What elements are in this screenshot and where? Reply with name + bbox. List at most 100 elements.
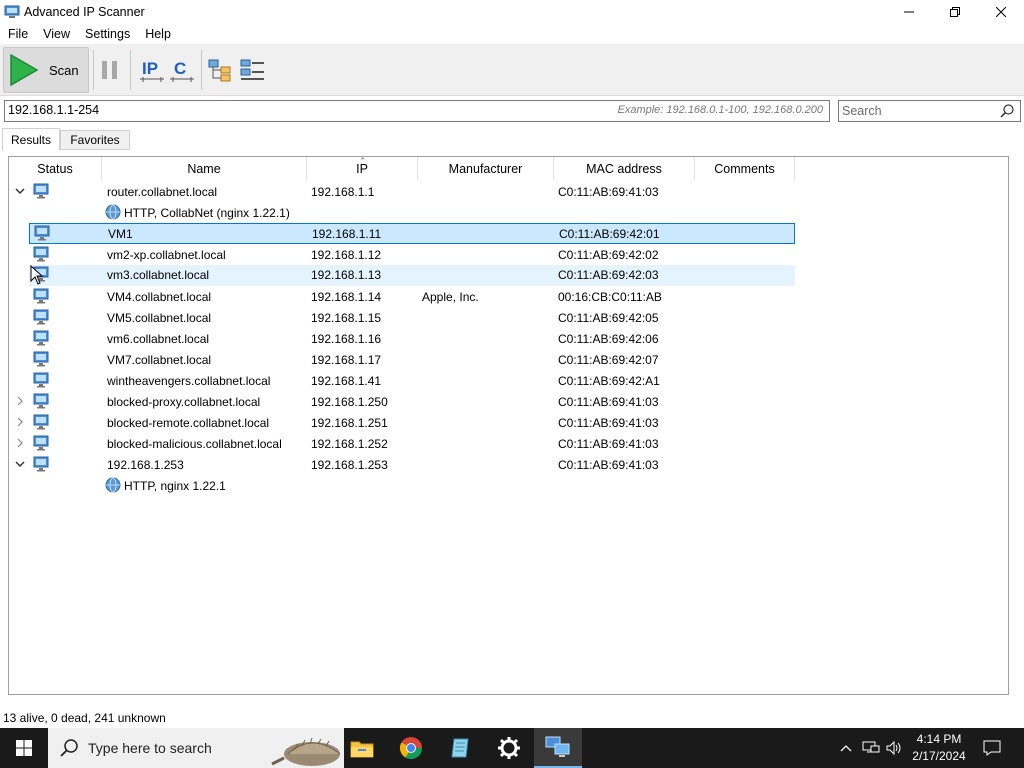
host-name: VM4.collabnet.local <box>107 290 212 304</box>
taskbar-search[interactable]: Type here to search <box>48 728 344 768</box>
host-name: VM7.collabnet.local <box>107 353 212 367</box>
table-row[interactable]: VM7.collabnet.local 192.168.1.17 C0:11:AB:… <box>9 349 795 370</box>
ip-scanner-icon <box>545 736 570 757</box>
close-icon <box>996 7 1006 17</box>
play-icon <box>10 53 39 87</box>
host-mac: C0:11:AB:69:41:03 <box>558 395 659 409</box>
host-ip: 192.168.1.250 <box>311 395 388 409</box>
table-row[interactable]: 192.168.1.253 192.168.1.253 C0:11:AB:69:41… <box>9 454 795 475</box>
start-button[interactable] <box>0 728 48 768</box>
chevron-right-icon[interactable] <box>15 395 25 407</box>
table-row[interactable]: vm2-xp.collabnet.local 192.168.1.12 C0:11:… <box>9 244 795 265</box>
host-name: VM5.collabnet.local <box>107 311 212 325</box>
network-button[interactable] <box>860 728 882 768</box>
host-alive-icon <box>33 372 49 388</box>
chevron-right-icon[interactable] <box>15 416 25 428</box>
table-row[interactable]: blocked-malicious.collabnet.local 192.168… <box>9 433 795 454</box>
column-status[interactable]: Status <box>9 157 102 181</box>
menu-settings[interactable]: Settings <box>77 24 137 44</box>
minimize-icon <box>904 11 914 13</box>
host-ip: 192.168.1.13 <box>311 268 382 282</box>
column-manufacturer[interactable]: Manufacturer <box>418 157 554 181</box>
menu-view[interactable]: View <box>35 24 77 44</box>
service-row[interactable]: HTTP, nginx 1.22.1 <box>9 475 795 496</box>
column-comments[interactable]: Comments <box>695 157 795 181</box>
search-input[interactable]: Search <box>838 100 1021 122</box>
scan-button[interactable]: Scan <box>3 47 89 93</box>
toolbar: Scan IP C <box>0 44 1024 96</box>
chevron-down-icon[interactable] <box>15 458 25 470</box>
scanner-app-icon <box>4 5 20 18</box>
globe-icon <box>105 477 121 493</box>
ip-range-input[interactable]: 192.168.1.1-254 Example: 192.168.0.1-100… <box>4 100 830 122</box>
table-row[interactable]: blocked-remote.collabnet.local 192.168.1.… <box>9 412 795 433</box>
toolbar-separator <box>201 50 202 90</box>
close-button[interactable] <box>978 0 1024 24</box>
toolbar-separator <box>130 50 131 90</box>
table-row[interactable]: VM1 192.168.1.11 C0:11:AB:69:42:01 <box>29 223 795 244</box>
notepad-icon <box>451 738 469 758</box>
menu-help[interactable]: Help <box>137 24 178 44</box>
settings-button[interactable] <box>485 728 533 768</box>
host-alive-icon <box>33 414 49 430</box>
service-row[interactable]: HTTP, CollabNet (nginx 1.22.1) <box>9 202 795 223</box>
clock-time: 4:14 PM <box>916 732 962 746</box>
table-row[interactable]: vm6.collabnet.local 192.168.1.16 C0:11:AB:… <box>9 328 795 349</box>
chevron-right-icon[interactable] <box>15 437 25 449</box>
tab-favorites[interactable]: Favorites <box>60 130 130 150</box>
volume-button[interactable] <box>884 728 906 768</box>
table-row[interactable]: wintheavengers.collabnet.local 192.168.1.… <box>9 370 795 391</box>
tab-results[interactable]: Results <box>2 128 60 151</box>
host-alive-icon <box>33 393 49 409</box>
chrome-button[interactable] <box>387 728 435 768</box>
table-row[interactable]: blocked-proxy.collabnet.local 192.168.1.2… <box>9 391 795 412</box>
ip-range-value: 192.168.1.1-254 <box>8 103 100 117</box>
restore-button[interactable] <box>932 0 978 24</box>
notepad-button[interactable] <box>436 728 484 768</box>
host-mac: C0:11:AB:69:41:03 <box>558 416 659 430</box>
column-name[interactable]: Name <box>102 157 307 181</box>
tab-bar: Results Favorites <box>0 128 1024 151</box>
host-mac: C0:11:AB:69:42:07 <box>558 353 659 367</box>
ip-scanner-taskbar-button[interactable] <box>534 728 582 768</box>
window-title: Advanced IP Scanner <box>24 5 145 19</box>
column-mac[interactable]: MAC address <box>554 157 695 181</box>
file-explorer-button[interactable] <box>338 728 386 768</box>
table-row[interactable]: VM5.collabnet.local 192.168.1.15 C0:11:AB:… <box>9 307 795 328</box>
results-list[interactable]: Status Name IP Manufacturer MAC address … <box>8 156 1009 695</box>
menu-file[interactable]: File <box>0 24 35 44</box>
host-alive-icon <box>33 330 49 346</box>
c-class-button[interactable]: C <box>169 57 195 83</box>
table-row[interactable]: router.collabnet.local 192.168.1.1 C0:11:A… <box>9 181 795 202</box>
host-alive-icon <box>33 288 49 304</box>
chevron-down-icon[interactable] <box>15 185 25 197</box>
expand-all-icon <box>208 59 231 82</box>
tray-overflow-button[interactable] <box>836 728 856 768</box>
host-name: VM1 <box>108 227 133 241</box>
taskbar-search-placeholder: Type here to search <box>88 740 212 756</box>
taskbar: Type here to search 4:14 PM 2/17/2024 <box>0 728 1024 768</box>
pause-button[interactable] <box>97 57 123 83</box>
svg-text:IP: IP <box>142 59 158 78</box>
host-ip: 192.168.1.12 <box>311 248 382 262</box>
host-ip: 192.168.1.41 <box>311 374 382 388</box>
host-name: 192.168.1.253 <box>107 458 184 472</box>
host-alive-icon <box>33 456 49 472</box>
host-name: vm3.collabnet.local <box>107 268 210 282</box>
table-row[interactable]: vm3.collabnet.local 192.168.1.13 C0:11:AB:… <box>29 265 795 286</box>
notification-icon <box>983 740 1001 756</box>
host-manufacturer: Apple, Inc. <box>422 290 479 304</box>
table-row[interactable]: VM4.collabnet.local 192.168.1.14 Apple, In… <box>9 286 795 307</box>
collapse-all-button[interactable] <box>239 57 265 83</box>
notifications-button[interactable] <box>980 728 1004 768</box>
taskbar-clock[interactable]: 4:14 PM 2/17/2024 <box>904 731 974 765</box>
minimize-button[interactable] <box>886 0 932 24</box>
search-placeholder: Search <box>842 104 882 118</box>
host-mac: C0:11:AB:69:41:03 <box>558 185 659 199</box>
ip-class-button[interactable]: IP <box>139 57 165 83</box>
service-label: HTTP, CollabNet (nginx 1.22.1) <box>124 206 290 220</box>
host-alive-icon <box>33 183 49 199</box>
host-mac: C0:11:AB:69:41:03 <box>558 458 659 472</box>
expand-all-button[interactable] <box>207 57 233 83</box>
windows-logo-icon <box>16 740 32 756</box>
